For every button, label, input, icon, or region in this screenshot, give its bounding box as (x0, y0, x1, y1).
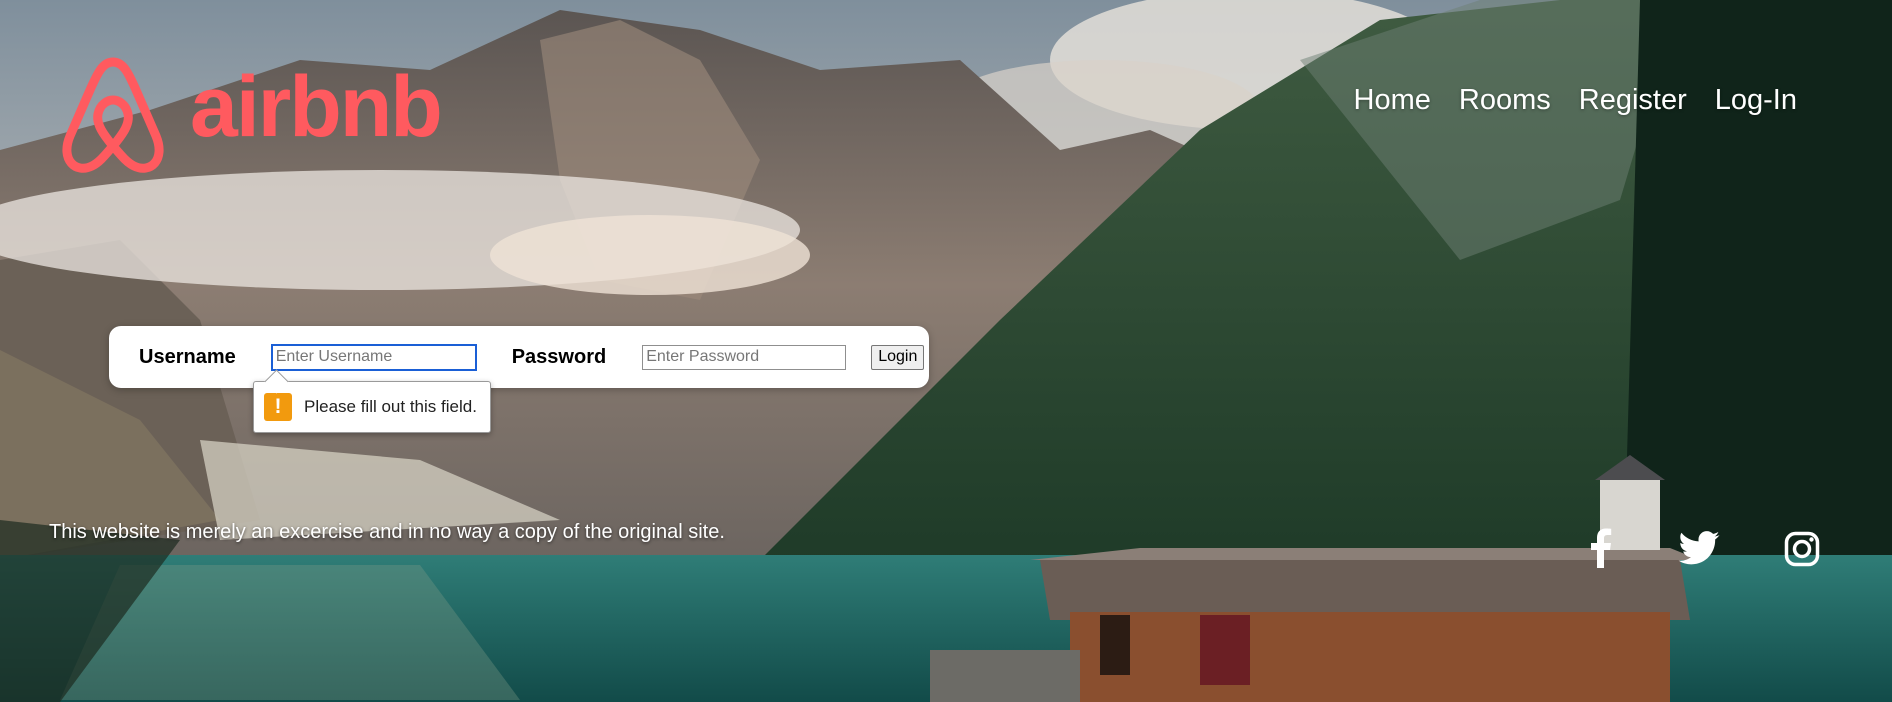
nav-rooms-link[interactable]: Rooms (1459, 84, 1551, 117)
brand-wordmark: airbnb (190, 59, 443, 155)
warning-icon: ! (264, 393, 292, 421)
nav-login-link[interactable]: Log-In (1715, 84, 1797, 117)
username-input[interactable] (270, 343, 477, 371)
twitter-icon[interactable] (1678, 531, 1720, 565)
airbnb-belo-icon (62, 57, 164, 173)
nav-register-link[interactable]: Register (1579, 84, 1687, 117)
login-form: Username Password Login (109, 326, 929, 388)
brand-logo[interactable]: airbnb (58, 52, 443, 178)
instagram-icon[interactable] (1784, 531, 1820, 567)
main-nav: Home Rooms Register Log-In (1354, 84, 1797, 117)
validation-tooltip: ! Please fill out this field. (253, 381, 491, 433)
password-label: Password (511, 345, 607, 368)
username-label: Username (139, 345, 236, 368)
validation-message: Please fill out this field. (304, 397, 477, 416)
password-input[interactable] (642, 344, 847, 370)
login-button[interactable]: Login (871, 344, 925, 370)
nav-home-link[interactable]: Home (1354, 84, 1431, 117)
disclaimer-text: This website is merely an excercise and … (49, 521, 725, 543)
facebook-icon[interactable] (1588, 528, 1612, 568)
